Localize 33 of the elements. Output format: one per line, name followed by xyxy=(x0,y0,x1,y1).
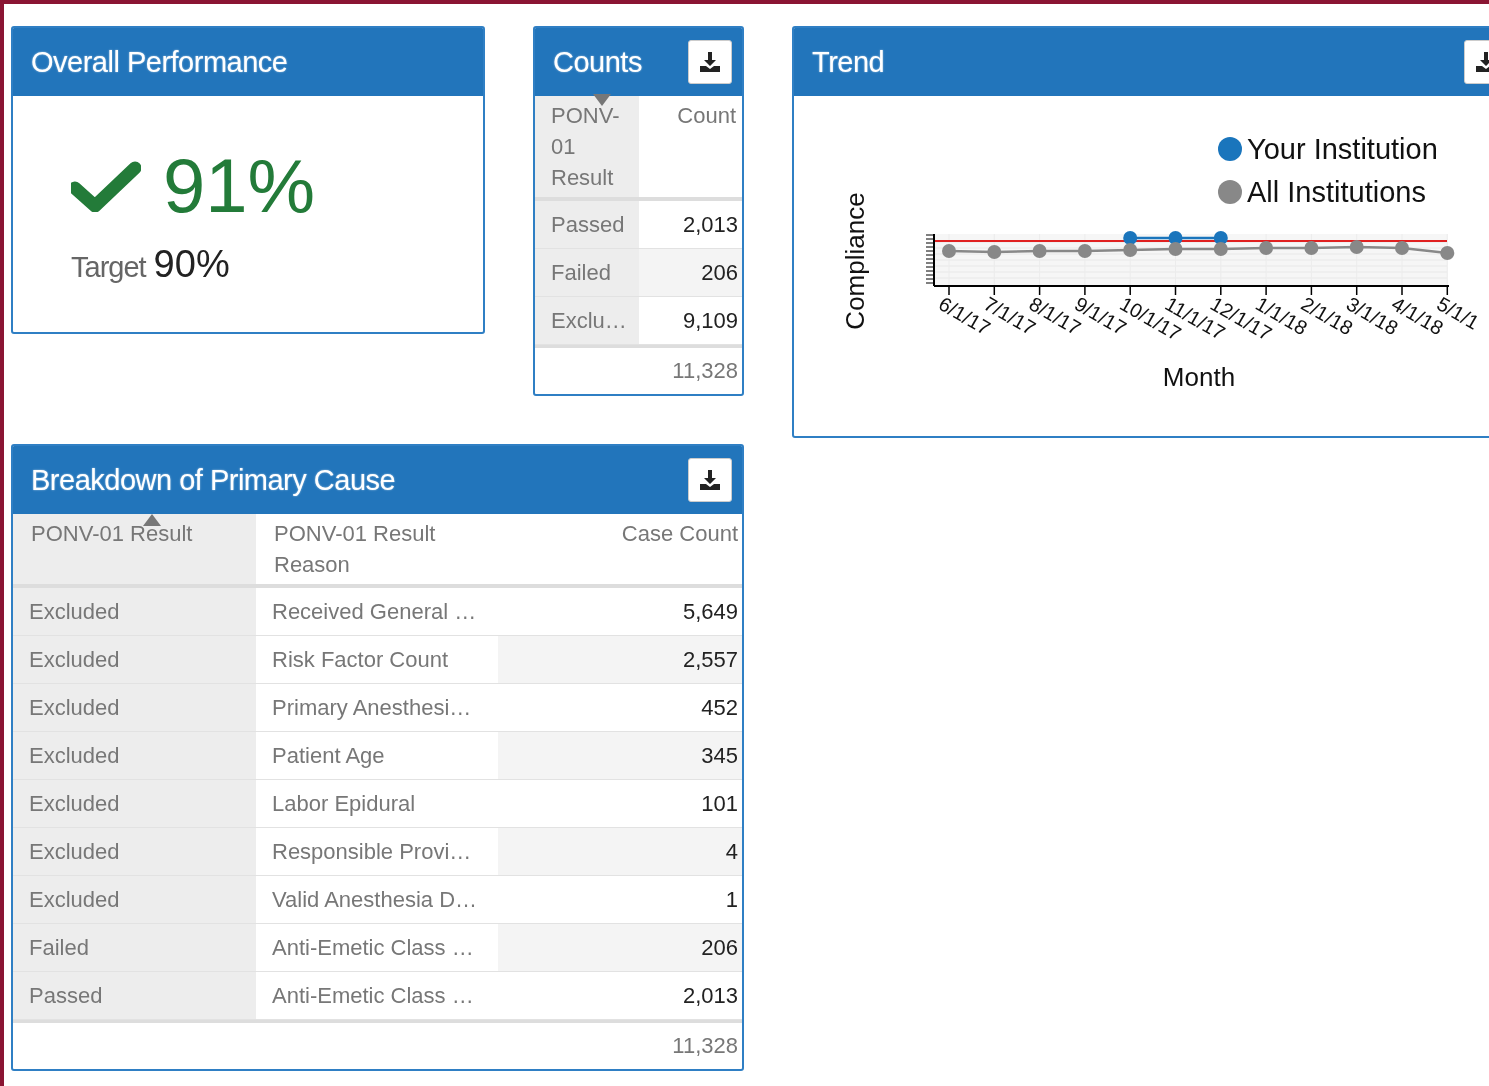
table-cell: Excluded xyxy=(13,780,256,828)
performance-value: 91% xyxy=(163,142,316,229)
table-cell: Excluded xyxy=(13,684,256,732)
total-cell: 11,328 xyxy=(13,1020,742,1069)
table-cell: Excluded xyxy=(13,636,256,684)
panel-title: Counts xyxy=(553,45,642,79)
table-cell: Excluded xyxy=(13,876,256,924)
table-cell: Excluded xyxy=(13,588,256,636)
table-cell: Passed xyxy=(535,201,639,249)
table-cell: 206 xyxy=(639,249,742,297)
table-cell: 206 xyxy=(498,924,742,972)
table-cell: Excluded xyxy=(13,732,256,780)
x-axis-label: Month xyxy=(1162,362,1236,392)
table-cell: 4 xyxy=(498,828,742,876)
column-header[interactable]: PONV-01 Result Reason xyxy=(274,518,492,580)
panel-title: Trend xyxy=(812,45,885,79)
table-cell: Failed xyxy=(13,924,256,972)
legend-label[interactable]: Your Institution xyxy=(1247,133,1438,165)
table-cell: Failed xyxy=(535,249,639,297)
total-cell: 11,328 xyxy=(535,345,742,394)
target-value: 90% xyxy=(153,243,230,286)
table-cell: Exclu… xyxy=(535,297,639,345)
table-cell: Passed xyxy=(13,972,256,1020)
table-cell: 2,557 xyxy=(498,636,742,684)
table-cell: Excluded xyxy=(13,828,256,876)
legend-label[interactable]: All Institutions xyxy=(1247,176,1426,208)
column-header[interactable]: Case Count xyxy=(516,518,738,549)
panel-title: Breakdown of Primary Cause xyxy=(31,463,396,497)
column-header[interactable]: Count xyxy=(657,100,736,131)
y-axis-label: Compliance xyxy=(840,192,870,330)
target-label: Target xyxy=(71,251,146,284)
panel-title: Overall Performance xyxy=(31,45,288,79)
table-cell: 345 xyxy=(498,732,742,780)
